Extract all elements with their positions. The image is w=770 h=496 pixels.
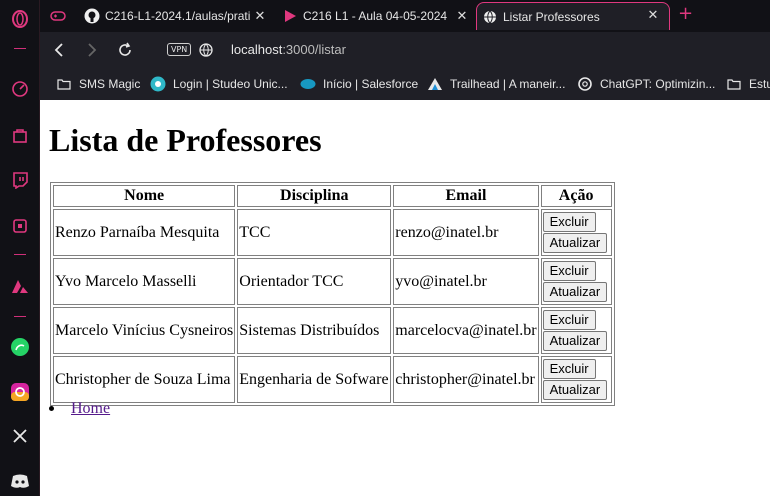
gamepad-icon (50, 8, 66, 24)
sidebar-divider (14, 48, 26, 49)
column-header-email: Email (393, 185, 539, 207)
bookmark-label: Login | Studeo Unic... (173, 77, 288, 91)
column-header-disciplina: Disciplina (237, 185, 392, 207)
update-button[interactable]: Atualizar (542, 380, 608, 400)
column-header-nome: Nome (53, 185, 236, 207)
instagram-icon[interactable] (9, 381, 31, 403)
close-tab-icon[interactable]: ✕ (454, 8, 470, 24)
chatgpt-icon (577, 76, 593, 92)
discord-icon[interactable] (9, 470, 31, 492)
whatsapp-icon[interactable] (9, 336, 31, 358)
salesforce-icon (300, 76, 316, 92)
nav-links: Home (49, 400, 110, 418)
list-item: Home (49, 400, 110, 418)
column-header-acao: Ação (540, 185, 612, 207)
speed-dial-icon[interactable] (9, 78, 31, 100)
tab-title: C216-L1-2024.1/aulas/prati (105, 9, 250, 23)
tab-listar-professores[interactable]: Listar Professores ✕ (476, 2, 670, 30)
cell-nome: Renzo Parnaíba Mesquita (53, 209, 236, 256)
back-arrow-icon[interactable] (49, 40, 69, 60)
table-row: Yvo Marcelo Masselli Orientador TCC yvo@… (53, 258, 612, 305)
bookmark-label: ChatGPT: Optimizin... (600, 77, 716, 91)
table-row: Christopher de Souza Lima Engenharia de … (53, 356, 612, 403)
cell-acao: Excluir Atualizar (540, 258, 612, 305)
trailhead-icon (427, 76, 443, 92)
cell-nome: Marcelo Vinícius Cysneiros (53, 307, 236, 354)
page-title: Lista de Professores (49, 122, 322, 158)
bookmark-label: SMS Magic (79, 77, 141, 91)
close-tab-icon[interactable]: ✕ (252, 8, 268, 24)
vpn-badge[interactable]: VPN (167, 43, 192, 56)
url-field[interactable]: localhost:3000/listar (231, 42, 346, 57)
page-content: Lista de Professores Nome Disciplina Ema… (40, 100, 770, 496)
reload-icon[interactable] (115, 40, 135, 60)
cell-acao: Excluir Atualizar (540, 209, 612, 256)
browser-sidebar (0, 0, 40, 496)
globe-icon[interactable] (196, 40, 216, 60)
bookmark-sms-magic[interactable]: SMS Magic (56, 76, 140, 92)
table-row: Renzo Parnaíba Mesquita TCC renzo@inatel… (53, 209, 612, 256)
address-bar: VPN localhost:3000/listar (40, 32, 770, 68)
cell-email: renzo@inatel.br (393, 209, 539, 256)
professors-table: Nome Disciplina Email Ação Renzo Parnaíb… (50, 182, 615, 406)
bookmark-salesforce[interactable]: Início | Salesforce (300, 76, 418, 92)
bookmark-label: Trailhead | A maneir... (450, 77, 566, 91)
cell-nome: Christopher de Souza Lima (53, 356, 236, 403)
x-twitter-icon[interactable] (9, 425, 31, 447)
tab-aula[interactable]: C216 L1 - Aula 04-05-2024 ✕ (282, 4, 472, 28)
studeo-icon (150, 76, 166, 92)
table-row: Marcelo Vinícius Cysneiros Sistemas Dist… (53, 307, 612, 354)
video-icon (282, 8, 298, 24)
cell-disciplina: TCC (237, 209, 392, 256)
update-button[interactable]: Atualizar (542, 331, 608, 351)
twitch-icon[interactable] (9, 169, 31, 191)
cell-email: christopher@inatel.br (393, 356, 539, 403)
folder-icon (726, 76, 742, 92)
bookmark-label: Início | Salesforce (323, 77, 419, 91)
cell-email: yvo@inatel.br (393, 258, 539, 305)
url-path: :3000/listar (282, 42, 346, 57)
opera-logo-icon[interactable] (9, 8, 31, 30)
delete-button[interactable]: Excluir (542, 212, 596, 232)
cell-acao: Excluir Atualizar (540, 356, 612, 403)
cell-disciplina: Orientador TCC (237, 258, 392, 305)
cell-disciplina: Sistemas Distribuídos (237, 307, 392, 354)
delete-button[interactable]: Excluir (542, 310, 596, 330)
url-host: localhost (231, 42, 283, 57)
bookmarks-bar: SMS Magic Login | Studeo Unic... Início … (40, 68, 770, 100)
github-icon (84, 8, 100, 24)
forward-arrow-icon[interactable] (82, 40, 102, 60)
cell-nome: Yvo Marcelo Masselli (53, 258, 236, 305)
cell-disciplina: Engenharia de Sofware (237, 356, 392, 403)
bookmark-estu[interactable]: Estu (726, 76, 770, 92)
bookmark-trailhead[interactable]: Trailhead | A maneir... (427, 76, 565, 92)
update-button[interactable]: Atualizar (542, 233, 608, 253)
tab-github[interactable]: C216-L1-2024.1/aulas/prati ✕ (84, 4, 270, 28)
delete-button[interactable]: Excluir (542, 261, 596, 281)
cell-email: marcelocva@inatel.br (393, 307, 539, 354)
tab-strip: C216-L1-2024.1/aulas/prati ✕ C216 L1 - A… (40, 0, 770, 32)
bookmark-chatgpt[interactable]: ChatGPT: Optimizin... (577, 76, 715, 92)
delete-button[interactable]: Excluir (542, 359, 596, 379)
sidebar-divider (14, 254, 26, 255)
cell-acao: Excluir Atualizar (540, 307, 612, 354)
new-tab-icon[interactable]: + (678, 5, 693, 23)
shopping-bag-icon[interactable] (9, 124, 31, 146)
tab-gamepad[interactable] (50, 4, 74, 28)
bookmark-label: Estu (749, 77, 770, 91)
update-button[interactable]: Atualizar (542, 282, 608, 302)
tab-title: Listar Professores (503, 9, 600, 24)
sidebar-divider (14, 316, 26, 317)
aria-icon[interactable] (9, 275, 31, 297)
globe-icon (482, 9, 498, 25)
bookmark-studeo[interactable]: Login | Studeo Unic... (150, 76, 288, 92)
folder-icon (56, 76, 72, 92)
tab-title: C216 L1 - Aula 04-05-2024 (303, 9, 448, 23)
table-header-row: Nome Disciplina Email Ação (53, 185, 612, 207)
crypto-wallet-icon[interactable] (9, 215, 31, 237)
home-link[interactable]: Home (71, 400, 110, 417)
close-tab-icon[interactable]: ✕ (645, 7, 661, 23)
